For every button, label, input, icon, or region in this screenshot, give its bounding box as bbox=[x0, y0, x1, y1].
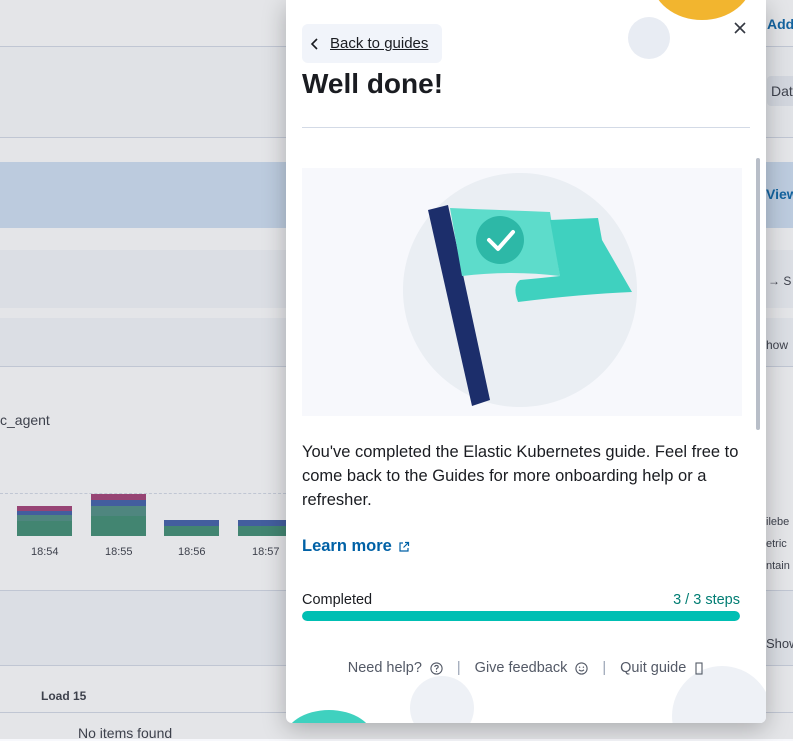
close-icon bbox=[733, 21, 747, 35]
learn-more-link[interactable]: Learn more bbox=[302, 537, 410, 556]
decorative-circle bbox=[628, 17, 670, 59]
separator: | bbox=[602, 660, 607, 676]
question-icon bbox=[430, 661, 443, 675]
guide-panel: Back to guides Well done! You've complet… bbox=[286, 0, 766, 723]
back-to-guides-label: Back to guides bbox=[330, 35, 429, 52]
need-help-link[interactable]: Need help? bbox=[348, 660, 443, 676]
success-illustration bbox=[302, 168, 742, 416]
quit-guide-label: Quit guide bbox=[620, 660, 687, 676]
learn-more-label: Learn more bbox=[302, 537, 392, 555]
progress-bar bbox=[302, 611, 740, 621]
close-button[interactable] bbox=[728, 16, 752, 40]
external-link-icon bbox=[398, 541, 410, 553]
need-help-label: Need help? bbox=[347, 660, 422, 676]
decorative-circle bbox=[286, 710, 374, 723]
back-to-guides-button[interactable]: Back to guides bbox=[302, 24, 443, 63]
chevron-left-icon bbox=[308, 37, 322, 51]
smiley-icon bbox=[575, 661, 589, 675]
divider bbox=[302, 127, 750, 128]
progress-count: 3 / 3 steps bbox=[673, 592, 740, 608]
decorative-circle bbox=[410, 676, 474, 723]
separator: | bbox=[456, 660, 461, 676]
quit-guide-link[interactable]: Quit guide bbox=[620, 660, 704, 676]
scrollbar[interactable] bbox=[756, 158, 760, 430]
progress-label: Completed bbox=[302, 592, 373, 608]
exit-icon bbox=[694, 661, 704, 675]
guide-footer: Need help? | Give feedback | Quit guide bbox=[286, 660, 766, 676]
completion-description: You've completed the Elastic Kubernetes … bbox=[302, 443, 739, 509]
page-title: Well done! bbox=[302, 68, 444, 99]
progress-bar-fill bbox=[302, 611, 740, 621]
give-feedback-label: Give feedback bbox=[474, 660, 568, 676]
give-feedback-link[interactable]: Give feedback bbox=[475, 660, 589, 676]
